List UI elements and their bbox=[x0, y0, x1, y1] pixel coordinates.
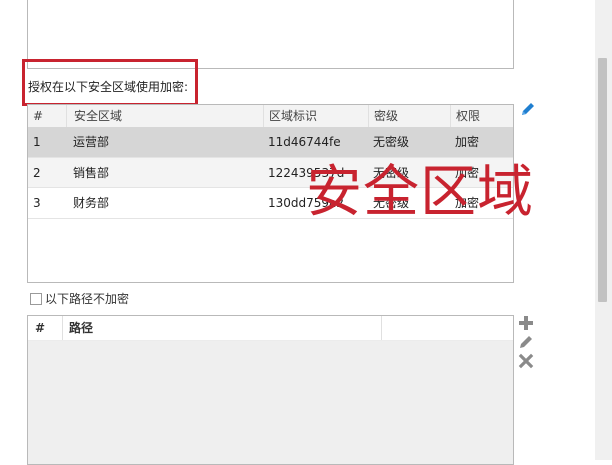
column-header-permission[interactable]: 权限 bbox=[450, 105, 513, 127]
watermark-text: 安全区域 bbox=[306, 160, 534, 225]
zone-name: 运营部 bbox=[73, 135, 110, 149]
column-header-path[interactable]: 路径 bbox=[62, 316, 381, 340]
highlight-annotation-box bbox=[22, 59, 198, 106]
excluded-paths-table[interactable]: # 路径 bbox=[27, 315, 514, 465]
row-index: 3 bbox=[33, 196, 41, 210]
pencil-icon[interactable] bbox=[519, 100, 537, 118]
column-header-zone[interactable]: 安全区域 bbox=[66, 105, 263, 127]
column-header-index[interactable]: # bbox=[28, 105, 66, 127]
column-header-zone-id[interactable]: 区域标识 bbox=[263, 105, 368, 127]
zone-name: 财务部 bbox=[73, 196, 110, 210]
exclude-paths-label[interactable]: 以下路径不加密 bbox=[45, 290, 129, 307]
scrollbar-thumb[interactable] bbox=[598, 58, 607, 302]
exclude-paths-checkbox[interactable] bbox=[30, 293, 42, 305]
table-header-row: # 路径 bbox=[28, 316, 513, 341]
column-header-index[interactable]: # bbox=[28, 316, 62, 340]
table-header-row: # 安全区域 区域标识 密级 权限 bbox=[28, 105, 513, 128]
row-index: 2 bbox=[33, 166, 41, 180]
column-header-level[interactable]: 密级 bbox=[368, 105, 450, 127]
plus-icon[interactable] bbox=[517, 314, 535, 332]
column-header-blank[interactable] bbox=[381, 316, 513, 340]
row-index: 1 bbox=[33, 135, 41, 149]
x-icon[interactable] bbox=[517, 352, 535, 370]
pencil-icon[interactable] bbox=[517, 333, 535, 351]
zone-name: 销售部 bbox=[73, 166, 110, 180]
